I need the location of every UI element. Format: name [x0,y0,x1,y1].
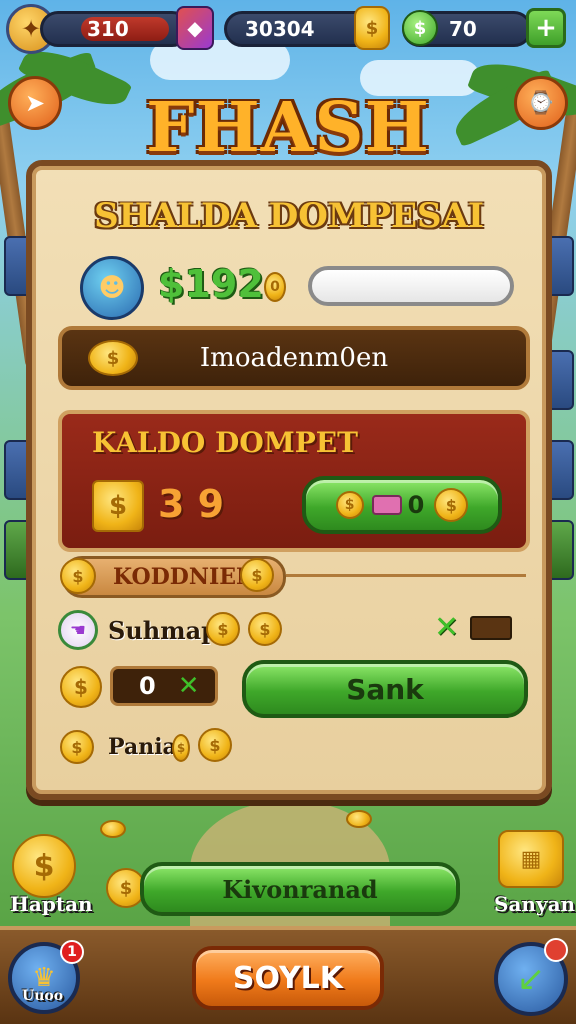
close-icon[interactable]: ✕ [434,610,459,645]
toggle-box[interactable] [470,616,512,640]
coin-icon: $ [248,612,282,646]
treasure-chest-icon[interactable]: ▦ [498,830,564,888]
divider [286,574,526,577]
coin-icon: $ [335,491,364,519]
coin-icon: $ [60,730,94,764]
ground-coin [346,810,372,828]
wallet-panel: SHALDA DOMPESAI ☻ $192 0 Imoadenm0en $ K… [26,160,552,800]
hand-icon: ☚ [58,610,98,650]
balance-suffix-text: 0 [270,279,280,295]
coins-value: 30304 [245,17,315,41]
sank-button-label: Sank [346,672,424,706]
cash-icon: $ [402,10,438,46]
coin-icon: $ [60,558,96,594]
panel-title: SHALDA DOMPESAI [94,196,484,236]
cash-bundle-icon [371,495,402,515]
notification-badge: 1 [60,940,84,964]
coin-icon: $ [206,612,240,646]
arrow-icon: ↙ [516,959,546,999]
coin-icon: $ [240,558,274,592]
kivonranad-label: Kivonranad [222,874,378,904]
avatar[interactable]: ☻ [80,256,144,320]
add-currency-button[interactable]: + [526,8,566,48]
saldo-action-button[interactable]: $ 0 $ [302,476,502,534]
game-title: FHASH [146,88,430,168]
gems-value: 70 [449,17,477,41]
right-caption: Sanyan [494,892,576,916]
coin-pile-icon: $ [88,340,138,376]
gold-bill-icon: $ [92,480,144,532]
saldo-title: KALDO DOMPET [92,426,358,459]
kivonranad-button[interactable]: Kivonranad [140,862,460,916]
info-label: Imoadenm0en [199,343,389,373]
clear-icon[interactable]: ✕ [178,671,200,701]
balance-value: $192 [158,262,264,306]
amount-value: 0 [139,672,156,700]
map-badge [544,938,568,962]
main-action-button[interactable]: SOYLK [192,946,384,1010]
ground-coin [100,820,126,838]
coin-icon: $ [434,488,469,522]
gift-icon[interactable]: ◆ [176,6,214,50]
health-bar: 310 [40,11,190,47]
row3-label: Pania [108,734,177,760]
section-tag-label: KODDNIEN [113,564,257,590]
coin-icon: $ [60,666,102,708]
coin-stack-icon: $ [354,6,390,50]
main-action-label: SOYLK [232,960,344,996]
corner-caption: Uuoo [22,988,64,1004]
sank-button[interactable]: Sank [242,660,528,718]
big-coin-icon[interactable]: $ [12,834,76,898]
saldo-box: KALDO DOMPET $ 3 9 $ 0 $ [58,410,530,552]
coin-icon: $ [172,734,190,762]
balance-suffix: 0 [264,272,286,302]
health-value: 310 [87,17,129,41]
saldo-button-value: 0 [407,491,425,519]
saldo-amount: 3 9 [158,482,225,526]
coins-bar: 30304 [224,11,374,47]
coin-icon: $ [198,728,232,762]
amount-input[interactable]: 0 ✕ [110,666,218,706]
plus-icon: + [535,13,557,43]
row1-label: Suhmap [108,616,218,645]
balance-input[interactable] [308,266,514,306]
left-caption: Haptan [10,892,93,916]
